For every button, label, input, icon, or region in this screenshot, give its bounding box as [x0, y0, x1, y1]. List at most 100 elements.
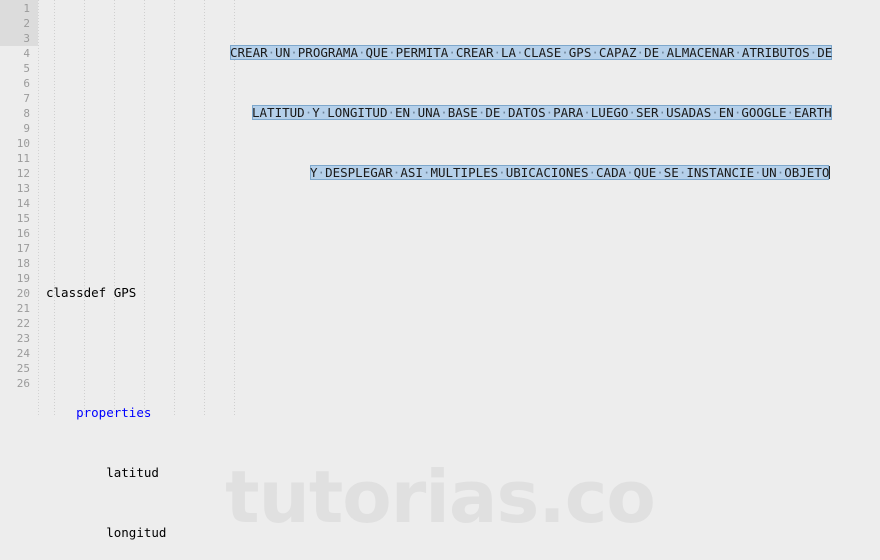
comment-selection-line-2: LATITUD·Y·LONGITUD·EN·UNA·BASE·DE·DATOS·…	[252, 105, 832, 120]
line-number: 13	[16, 182, 30, 195]
whitespace-dot: ·	[410, 105, 418, 120]
whitespace-dot: ·	[656, 165, 664, 180]
comment-word: Y	[310, 165, 318, 180]
code-line-6[interactable]	[46, 345, 880, 360]
whitespace-dot: ·	[498, 165, 506, 180]
line-number: 1	[23, 2, 30, 15]
comment-selection-line-3: Y·DESPLEGAR·ASI·MULTIPLES·UBICACIONES·CA…	[310, 165, 830, 180]
line-number: 12	[16, 167, 30, 180]
code-line-1[interactable]: CREAR·UN·PROGRAMA·QUE·PERMITA·CREAR·LA·C…	[46, 45, 880, 60]
line-number: 16	[16, 227, 30, 240]
whitespace-dot: ·	[387, 105, 396, 120]
line-number: 8	[23, 107, 30, 120]
comment-word: DE	[644, 45, 660, 60]
comment-word: GPS	[568, 45, 592, 60]
text-caret	[829, 166, 831, 179]
comment-word: PARA	[553, 105, 584, 120]
whitespace-dot: ·	[500, 105, 508, 120]
comment-word: CAPAZ	[598, 45, 637, 60]
whitespace-dot: ·	[388, 45, 396, 60]
line-number: 7	[23, 92, 30, 105]
line-number: 18	[16, 257, 30, 270]
whitespace-dot: ·	[754, 165, 762, 180]
code-text-area[interactable]: CREAR·UN·PROGRAMA·QUE·PERMITA·CREAR·LA·C…	[46, 0, 880, 560]
code-line-2[interactable]: LATITUD·Y·LONGITUD·EN·UNA·BASE·DE·DATOS·…	[46, 105, 880, 120]
whitespace-dot: ·	[448, 45, 456, 60]
comment-word: ALMACENAR	[666, 45, 735, 60]
whitespace-dot: ·	[493, 45, 502, 60]
property-longitud: longitud	[106, 525, 167, 540]
comment-word: QUE	[633, 165, 657, 180]
comment-word: CREAR	[455, 45, 494, 60]
whitespace-dot: ·	[317, 165, 326, 180]
comment-word: EN	[395, 105, 411, 120]
line-number: 26	[16, 377, 30, 390]
line-number: 2	[23, 17, 30, 30]
whitespace-dot: ·	[357, 45, 366, 60]
comment-selection-line-1: CREAR·UN·PROGRAMA·QUE·PERMITA·CREAR·LA·C…	[230, 45, 833, 60]
comment-word: SE	[663, 165, 679, 180]
whitespace-dot: ·	[786, 105, 795, 120]
comment-word: DE	[485, 105, 501, 120]
line-number: 6	[23, 77, 30, 90]
whitespace-dot: ·	[290, 45, 298, 60]
line-number-gutter: 1 2 3 4 5 6 7 8 9 10 11 12 13 14 15 16 1…	[0, 0, 38, 560]
code-line-7[interactable]: properties	[46, 405, 880, 420]
comment-word: PERMITA	[395, 45, 449, 60]
line-number: 17	[16, 242, 30, 255]
code-line-5[interactable]: classdef GPS	[46, 285, 880, 300]
line-number: 23	[16, 332, 30, 345]
comment-word: DATOS	[507, 105, 546, 120]
comment-word: BASE	[447, 105, 478, 120]
line-number: 20	[16, 287, 30, 300]
comment-word: ASI	[400, 165, 423, 180]
comment-word: GOOGLE	[741, 105, 787, 120]
comment-word: MULTIPLES	[430, 165, 499, 180]
comment-word: ATRIBUTOS	[741, 45, 810, 60]
code-line-3[interactable]: Y·DESPLEGAR·ASI·MULTIPLES·UBICACIONES·CA…	[46, 165, 880, 180]
comment-word: Y	[312, 105, 320, 120]
code-line-8[interactable]: latitud	[46, 465, 880, 480]
comment-word: LATITUD	[252, 105, 305, 120]
keyword-classdef: classdef	[46, 285, 107, 300]
comment-word: EARTH	[794, 105, 832, 120]
line-number: 9	[23, 122, 30, 135]
line-number: 5	[23, 62, 30, 75]
whitespace-dot: ·	[588, 165, 597, 180]
comment-word: UNA	[417, 105, 441, 120]
gutter-divider	[38, 0, 39, 415]
whitespace-dot: ·	[711, 105, 719, 120]
comment-word: UN	[761, 165, 777, 180]
line-number: 14	[16, 197, 30, 210]
comment-word: LONGITUD	[327, 105, 388, 120]
whitespace-dot: ·	[626, 165, 634, 180]
line-number: 24	[16, 347, 30, 360]
comment-word: LA	[501, 45, 517, 60]
comment-word: DE	[817, 45, 833, 60]
comment-word: INSTANCIE	[686, 165, 755, 180]
whitespace-dot: ·	[591, 45, 599, 60]
comment-word: PROGRAMA	[297, 45, 358, 60]
comment-word: EN	[718, 105, 734, 120]
comment-word: DESPLEGAR	[325, 165, 393, 180]
comment-word: CLASE	[523, 45, 562, 60]
whitespace-dot: ·	[658, 105, 667, 120]
code-editor[interactable]: tutorias.co 1 2 3 4 5 6 7 8 9 10 11 12 1…	[0, 0, 880, 560]
line-number: 15	[16, 212, 30, 225]
keyword-properties: properties	[76, 405, 152, 420]
line-number: 25	[16, 362, 30, 375]
code-line-4[interactable]	[46, 225, 880, 240]
code-line-9[interactable]: longitud	[46, 525, 880, 540]
line-number: 21	[16, 302, 30, 315]
comment-word: UN	[275, 45, 291, 60]
comment-word: LUEGO	[590, 105, 629, 120]
line-number: 22	[16, 317, 30, 330]
comment-word: CREAR	[230, 45, 268, 60]
line-number: 3	[23, 32, 30, 45]
comment-word: USADAS	[666, 105, 712, 120]
whitespace-dot: ·	[659, 45, 667, 60]
whitespace-dot: ·	[734, 45, 742, 60]
line-number: 4	[23, 47, 30, 60]
comment-word: SER	[635, 105, 659, 120]
comment-word: UBICACIONES	[505, 165, 589, 180]
